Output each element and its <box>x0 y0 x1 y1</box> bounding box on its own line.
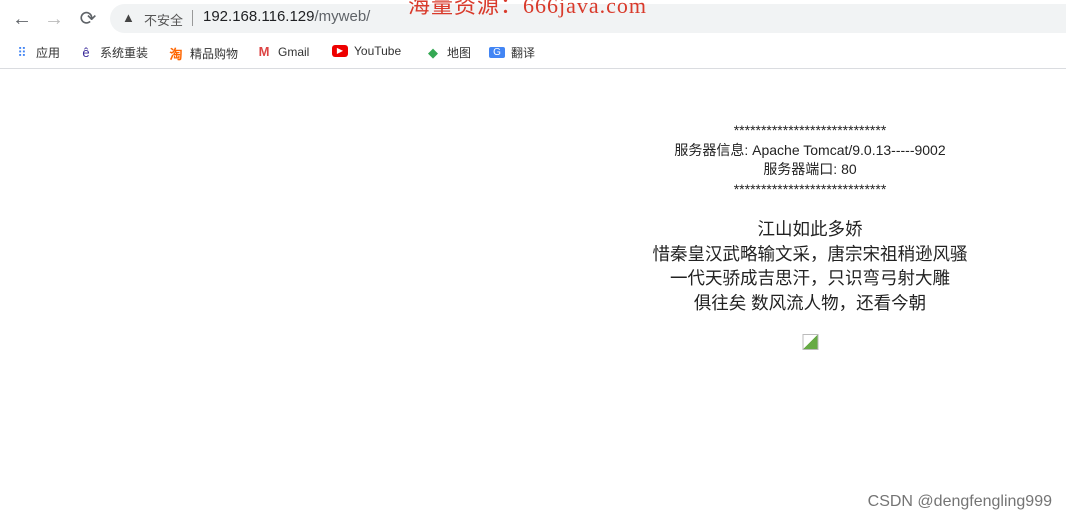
url-text[interactable]: 192.168.116.129/myweb/ <box>203 8 370 25</box>
bookmark-label: 翻译 <box>511 46 536 60</box>
stars-bottom: **************************** <box>733 180 887 197</box>
url-path: /myweb/ <box>314 8 371 25</box>
bookmark-shopping[interactable]: 淘精品购物 <box>168 44 238 63</box>
bookmark-label: 系统重装 <box>100 46 149 60</box>
bookmark-youtube[interactable]: ▶ YouTube <box>332 44 401 58</box>
separator <box>192 10 193 26</box>
system-reinstall-icon: ê <box>82 45 90 60</box>
overlay-watermark: 海量资源：666java.com <box>408 0 648 18</box>
poem-line: 江山如此多娇 <box>757 219 863 239</box>
taobao-icon: 淘 <box>169 47 183 62</box>
server-port: 服务器端口: 80 <box>763 161 857 177</box>
security-label[interactable]: 不安全 <box>144 10 183 29</box>
bookmark-label: 精品购物 <box>190 47 239 61</box>
maps-icon: ◆ <box>428 44 438 60</box>
forward-icon[interactable]: → <box>42 7 66 31</box>
bookmark-apps[interactable]: ⠿ 应用 <box>14 44 60 61</box>
bookmark-maps[interactable]: ◆ 地图 <box>425 44 471 61</box>
page-content: **************************** 服务器信息: Apac… <box>653 121 968 355</box>
translate-icon: G <box>489 47 505 58</box>
poem: 江山如此多娇 惜秦皇汉武略输文采，唐宗宋祖稍逊风骚 一代天骄成吉思汗，只识弯弓射… <box>653 217 968 315</box>
bookmark-gmail[interactable]: M Gmail <box>256 44 310 59</box>
bookmark-label: 应用 <box>36 46 61 60</box>
bookmark-label: 地图 <box>447 46 472 60</box>
reload-icon[interactable]: ⟳ <box>76 7 100 31</box>
browser-toolbar: ← → ⟳ ▲ 不安全 192.168.116.129/myweb/ 海量资源：… <box>0 0 1066 37</box>
bookmark-label: YouTube <box>354 44 402 58</box>
bookmark-label: Gmail <box>278 44 310 59</box>
gmail-icon: M <box>258 44 270 59</box>
bookmark-system[interactable]: ê 系统重装 <box>78 44 148 61</box>
bookmark-translate[interactable]: G 翻译 <box>489 44 535 61</box>
stars-top: **************************** <box>733 122 887 138</box>
url-host: 192.168.116.129 <box>203 8 315 25</box>
bookmarks-bar: ⠿ 应用 ê 系统重装 淘精品购物 M Gmail ▶ YouTube ◆ 地图 G 翻译 <box>0 37 1066 69</box>
poem-line: 一代天骄成吉思汗，只识弯弓射大雕 <box>670 268 950 288</box>
csdn-watermark: CSDN @dengfengling999 <box>867 493 1052 510</box>
poem-line: 俱往矣 数风流人物，还看今朝 <box>693 292 927 313</box>
youtube-icon: ▶ <box>332 45 348 57</box>
poem-line: 惜秦皇汉武略输文采，唐宗宋祖稍逊风骚 <box>652 243 968 264</box>
warning-icon[interactable]: ▲ <box>122 10 135 25</box>
broken-image-icon <box>802 334 818 350</box>
server-info: 服务器信息: Apache Tomcat/9.0.13-----9002 <box>674 141 946 158</box>
apps-grid-icon: ⠿ <box>17 44 27 60</box>
back-icon[interactable]: ← <box>10 7 34 31</box>
